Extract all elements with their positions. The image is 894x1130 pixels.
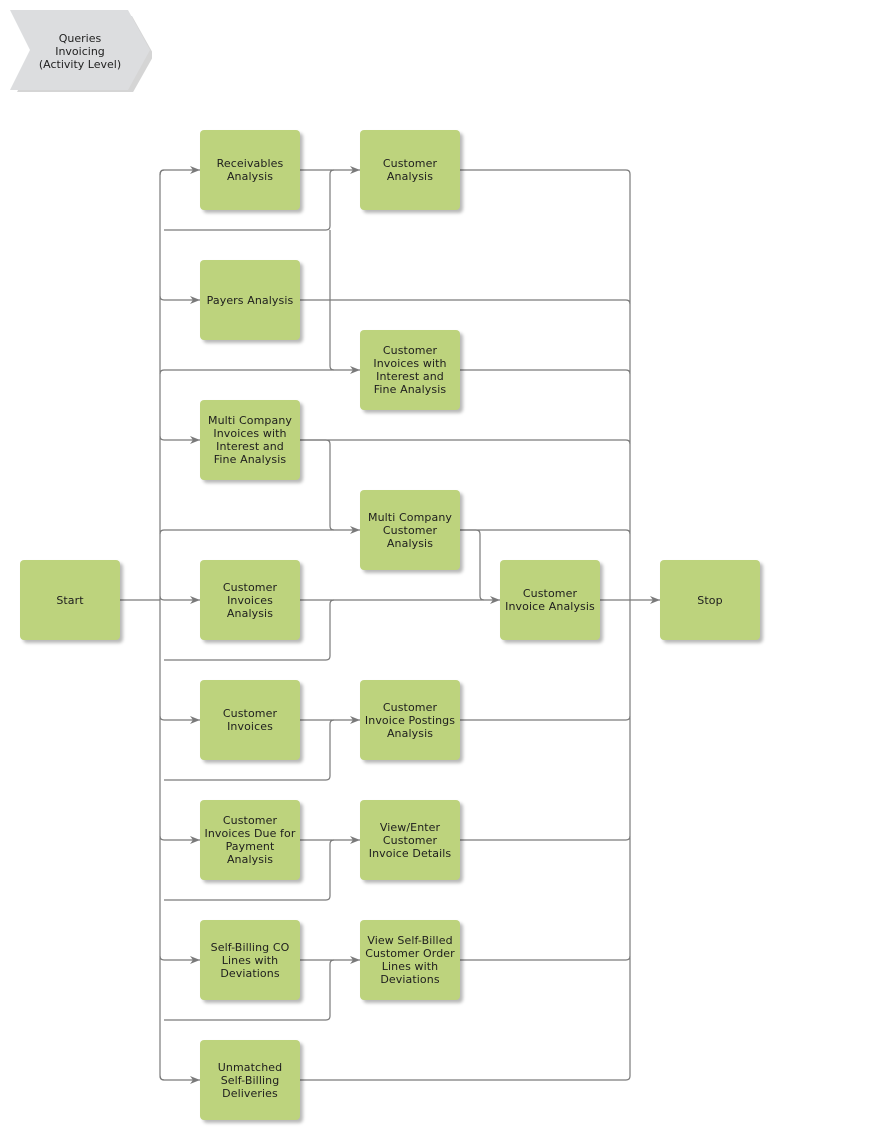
- connector-vertical-330-top: [329, 169, 335, 226]
- connector-into-col1-2: [159, 435, 200, 444]
- connector-view-enter-to-right: [460, 835, 631, 841]
- connector-mcif-to-right: [300, 439, 631, 445]
- connector-unmatched-to-right: [300, 1075, 631, 1081]
- connector-postings-to-right: [460, 715, 631, 721]
- node-customer-invoice-analysis[interactable]: Customer Invoice Analysis: [500, 560, 600, 640]
- connector-join-720: [329, 719, 335, 725]
- connector-into-col1-3: [159, 595, 200, 604]
- connector-into-col1-0: [159, 166, 200, 176]
- node-customer-analysis[interactable]: Customer Analysis: [360, 130, 460, 210]
- connector-into-col1-1: [159, 295, 200, 304]
- node-customer-invoices-analysis[interactable]: Customer Invoices Analysis: [200, 560, 300, 640]
- connector-into-col1-6: [159, 955, 200, 964]
- connector-into-col1-7: [159, 1075, 200, 1084]
- connector-mcca-to-cinva: [460, 529, 485, 601]
- connector-view-sb-to-right: [460, 955, 631, 961]
- connector-join-840: [329, 839, 335, 845]
- connector-into-col1-5: [159, 835, 200, 844]
- node-multi-company-customer-analysis[interactable]: Multi Company Customer Analysis: [360, 490, 460, 570]
- node-receivables-analysis[interactable]: Receivables Analysis: [200, 130, 300, 210]
- connector-payers-to-right: [300, 299, 631, 305]
- connector-bus-bottom: [159, 1074, 165, 1081]
- node-multi-company-invoices-interest-fine[interactable]: Multi Company Invoices with Interest and…: [200, 400, 300, 480]
- connector-mcca-to-right: [460, 529, 631, 535]
- connector-ca-to-right: [460, 169, 631, 175]
- node-customer-invoices[interactable]: Customer Invoices: [200, 680, 300, 760]
- connector-multico-to-mcca: [300, 439, 335, 531]
- connector-branch-530: [159, 526, 360, 535]
- connector-bus-top: [159, 169, 165, 176]
- connector-into-col1-4: [159, 715, 200, 724]
- node-customer-invoices-interest-fine[interactable]: Customer Invoices with Interest and Fine…: [360, 330, 460, 410]
- connector-branch-370: [159, 366, 360, 375]
- node-view-self-billed-co-lines-deviations[interactable]: View Self-Billed Customer Order Lines wi…: [360, 920, 460, 1000]
- node-customer-invoice-postings-analysis[interactable]: Customer Invoice Postings Analysis: [360, 680, 460, 760]
- connector-branch-230: [164, 225, 331, 231]
- process-diagram: Queries Invoicing (Activity Level) Start…: [0, 0, 894, 1130]
- connector-cif-to-right: [460, 369, 631, 375]
- node-view-enter-customer-invoice-details[interactable]: View/Enter Customer Invoice Details: [360, 800, 460, 880]
- node-unmatched-self-billing-deliveries[interactable]: Unmatched Self-Billing Deliveries: [200, 1040, 300, 1120]
- node-payers-analysis[interactable]: Payers Analysis: [200, 260, 300, 340]
- node-stop[interactable]: Stop: [660, 560, 760, 640]
- node-self-billing-co-lines-deviations[interactable]: Self-Billing CO Lines with Deviations: [200, 920, 300, 1000]
- node-start[interactable]: Start: [20, 560, 120, 640]
- node-customer-invoices-due-payment[interactable]: Customer Invoices Due for Payment Analys…: [200, 800, 300, 880]
